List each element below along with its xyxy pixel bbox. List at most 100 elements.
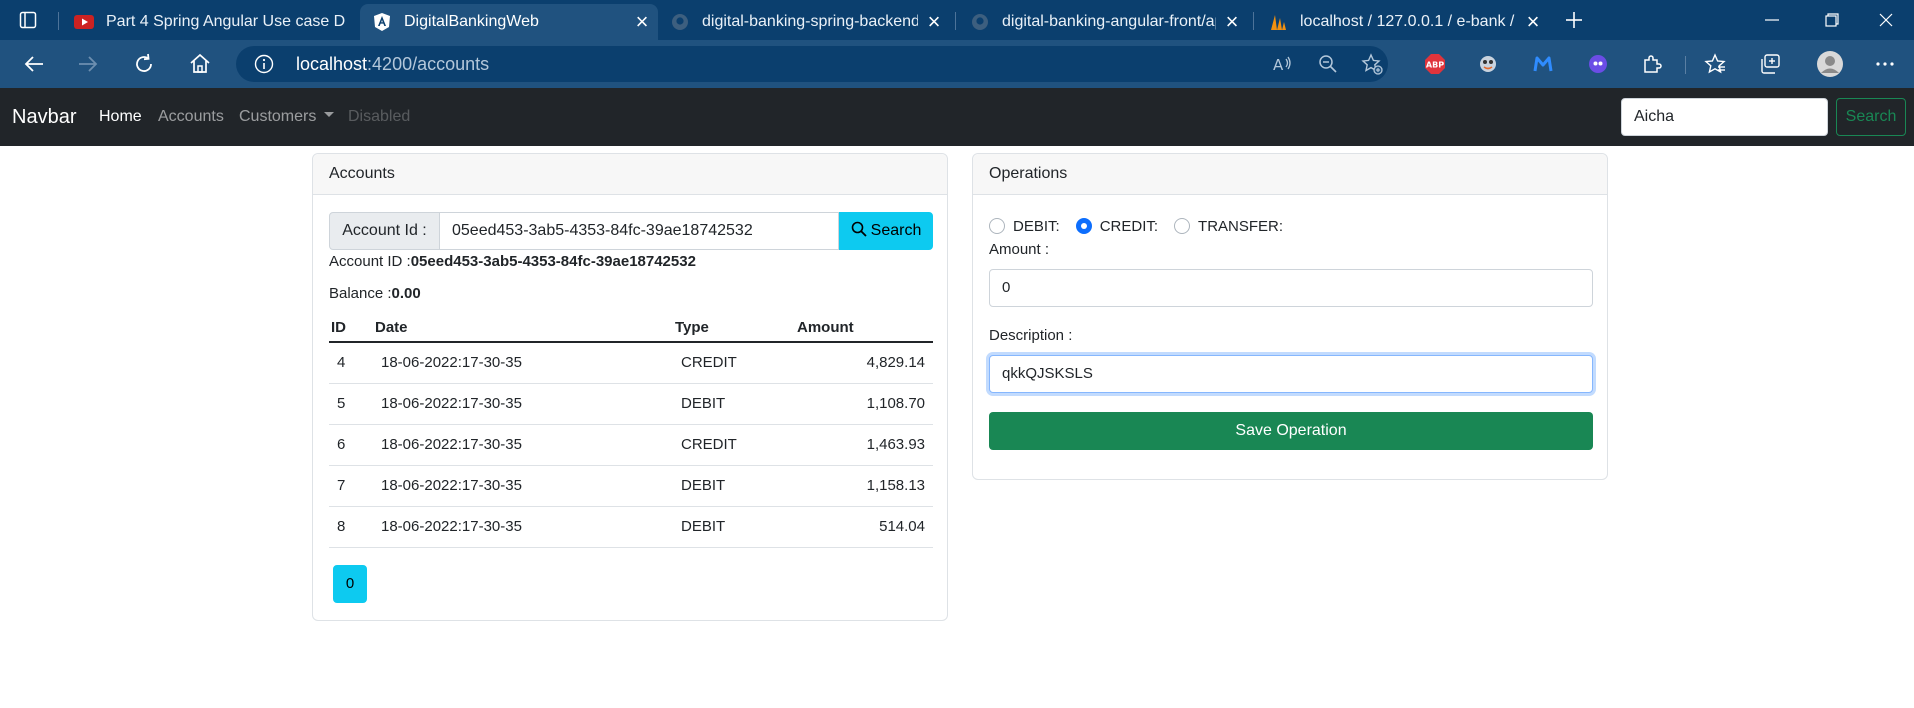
balance-caption: Balance : (329, 285, 392, 302)
description-label: Description : (989, 327, 1073, 344)
browser-toolbar: localhost:4200/accounts A ABP (0, 40, 1914, 88)
new-tab-icon[interactable] (1548, 0, 1600, 40)
cell-type: CREDIT (673, 342, 795, 384)
account-id-addon: Account Id : (329, 212, 440, 250)
tab-title: digital-banking-angular-front/ap (1002, 13, 1216, 30)
youtube-icon (74, 12, 94, 32)
browser-tab-phpmyadmin[interactable]: localhost / 127.0.0.1 / e-bank / b × (1256, 4, 1549, 40)
account-id-line: Account ID :05eed453-3ab5-4353-84fc-39ae… (329, 253, 696, 270)
address-bar[interactable]: localhost:4200/accounts A (236, 46, 1388, 82)
nav-link-accounts[interactable]: Accounts (158, 88, 224, 146)
adblock-plus-icon[interactable]: ABP (1423, 52, 1447, 76)
more-icon[interactable] (1873, 52, 1897, 76)
zoom-out-icon[interactable] (1316, 52, 1340, 76)
nav-link-customers[interactable]: Customers (239, 88, 335, 146)
account-search-button[interactable]: Search (839, 212, 933, 250)
navbar-brand[interactable]: Navbar (12, 88, 76, 146)
cell-date: 18-06-2022:17-30-35 (373, 506, 673, 548)
browser-tab-github-backend[interactable]: digital-banking-spring-backend/ × (658, 4, 950, 40)
table-row: 8 18-06-2022:17-30-35 DEBIT 514.04 (329, 506, 933, 548)
browser-tab-github-front[interactable]: digital-banking-angular-front/ap × (958, 4, 1248, 40)
browser-tab-digitalbankingweb[interactable]: DigitalBankingWeb × (360, 4, 658, 40)
profile-icon[interactable] (1816, 50, 1844, 78)
nav-link-disabled: Disabled (348, 108, 411, 125)
credit-radio[interactable] (1075, 218, 1092, 234)
cell-id: 5 (329, 383, 373, 425)
tab-separator (58, 12, 59, 30)
puzzle-icon[interactable] (1640, 52, 1664, 76)
add-favorite-icon[interactable] (1360, 52, 1384, 76)
tab-actions-icon[interactable] (0, 0, 56, 40)
extension-icon[interactable] (1586, 52, 1610, 76)
debit-radio-label: DEBIT: (1013, 217, 1060, 235)
cell-date: 18-06-2022:17-30-35 (373, 465, 673, 507)
cell-date: 18-06-2022:17-30-35 (373, 342, 673, 384)
minimize-window-icon[interactable] (1744, 0, 1800, 40)
tab-title: digital-banking-spring-backend/ (702, 13, 918, 30)
collections-icon[interactable] (1758, 52, 1782, 76)
chevron-down-icon (324, 112, 335, 118)
cell-amount: 1,108.70 (795, 383, 933, 425)
column-header-type: Type (673, 314, 795, 343)
home-icon[interactable] (180, 44, 220, 84)
tab-title: localhost / 127.0.0.1 / e-bank / b (1300, 13, 1517, 30)
nav-link-home[interactable]: Home (99, 88, 142, 146)
balance-line: Balance :0.00 (329, 285, 421, 302)
cell-id: 8 (329, 506, 373, 548)
debit-radio[interactable] (989, 218, 1005, 234)
url-path: :4200/accounts (367, 54, 490, 74)
url-text: localhost:4200/accounts (296, 46, 489, 82)
nav-link-customers-label: Customers (239, 108, 317, 125)
svg-text:A: A (1273, 56, 1284, 74)
cell-amount: 514.04 (795, 506, 933, 548)
close-tab-icon[interactable]: × (1216, 9, 1248, 35)
table-row: 4 18-06-2022:17-30-35 CREDIT 4,829.14 (329, 342, 933, 384)
pagination-page-button[interactable]: 0 (333, 565, 367, 603)
operations-card: Operations DEBIT: CREDIT: TRANSFER: Amou… (972, 153, 1608, 480)
navbar-search-button[interactable]: Search (1836, 98, 1906, 136)
account-id-input[interactable]: 05eed453-3ab5-4353-84fc-39ae18742532 (439, 212, 839, 250)
malwarebytes-icon[interactable] (1531, 52, 1555, 76)
cell-type: DEBIT (673, 383, 795, 425)
cell-id: 6 (329, 424, 373, 466)
amount-input[interactable]: 0 (989, 269, 1593, 307)
favorites-icon[interactable] (1703, 52, 1727, 76)
account-id-caption: Account ID : (329, 253, 411, 270)
amount-label: Amount : (989, 241, 1050, 258)
browser-tab-strip: Part 4 Spring Angular Use case D Digital… (0, 0, 1914, 40)
angular-icon (372, 12, 392, 32)
close-tab-icon[interactable]: × (918, 9, 950, 35)
forward-icon[interactable] (68, 44, 108, 84)
site-info-icon[interactable] (254, 54, 274, 74)
account-search-label: Search (870, 222, 922, 239)
description-input[interactable]: qkkQJSKSLS (989, 355, 1593, 393)
account-id-value: 05eed453-3ab5-4353-84fc-39ae18742532 (410, 253, 696, 270)
cell-amount: 1,463.93 (795, 424, 933, 466)
navbar-search-input[interactable]: Aicha (1621, 98, 1828, 136)
read-aloud-icon[interactable]: A (1270, 52, 1294, 76)
github-icon (670, 12, 690, 32)
restore-window-icon[interactable] (1804, 0, 1860, 40)
cell-amount: 4,829.14 (795, 342, 933, 384)
table-header-row: ID Date Type Amount (329, 314, 933, 343)
cell-date: 18-06-2022:17-30-35 (373, 424, 673, 466)
cell-amount: 1,158.13 (795, 465, 933, 507)
tab-separator (1253, 12, 1254, 30)
operation-type-radio-group: DEBIT: CREDIT: TRANSFER: (989, 214, 1299, 238)
operations-card-header: Operations (973, 154, 1607, 195)
close-tab-icon[interactable]: × (626, 9, 658, 35)
extension-icon[interactable] (1476, 52, 1500, 76)
cell-type: DEBIT (673, 506, 795, 548)
column-header-amount: Amount (795, 314, 933, 343)
close-window-icon[interactable] (1858, 0, 1914, 40)
credit-radio-label: CREDIT: (1099, 217, 1159, 235)
close-tab-icon[interactable]: × (1517, 9, 1549, 35)
back-icon[interactable] (14, 44, 54, 84)
save-operation-button[interactable]: Save Operation (989, 412, 1593, 450)
github-icon (970, 12, 990, 32)
refresh-icon[interactable] (124, 44, 164, 84)
transfer-radio[interactable] (1174, 218, 1191, 234)
svg-text:ABP: ABP (1426, 61, 1444, 70)
browser-tab-youtube[interactable]: Part 4 Spring Angular Use case D (62, 4, 355, 40)
cell-id: 4 (329, 342, 373, 384)
